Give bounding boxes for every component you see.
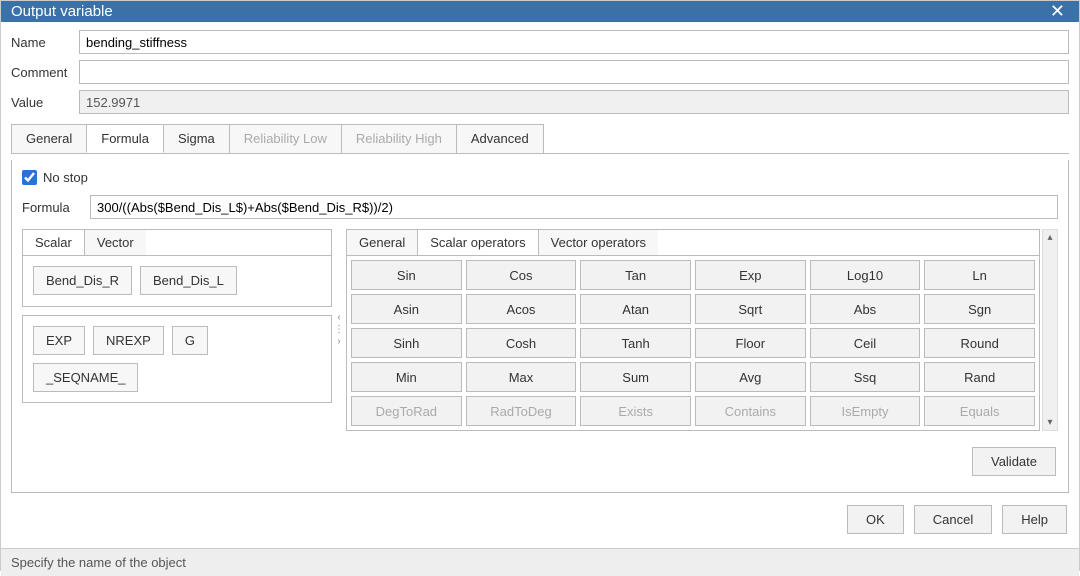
comment-row: Comment <box>11 60 1069 84</box>
op-button-max[interactable]: Max <box>466 362 577 392</box>
content: Name Comment Value General Formula Sigma… <box>1 22 1079 548</box>
dialog: Output variable ✕ Name Comment Value Gen… <box>0 0 1080 571</box>
comment-label: Comment <box>11 65 71 80</box>
name-label: Name <box>11 35 71 50</box>
value-row: Value <box>11 90 1069 114</box>
name-input[interactable] <box>79 30 1069 54</box>
op-button-floor[interactable]: Floor <box>695 328 806 358</box>
ops-tabs: General Scalar operators Vector operator… <box>346 229 1040 256</box>
op-button-cos[interactable]: Cos <box>466 260 577 290</box>
var-chip[interactable]: Bend_Dis_L <box>140 266 237 295</box>
comment-input[interactable] <box>79 60 1069 84</box>
var-box-bottom: EXP NREXP G _SEQNAME_ <box>22 315 332 403</box>
op-button-radtodeg[interactable]: RadToDeg <box>466 396 577 426</box>
panels: Scalar Vector Bend_Dis_R Bend_Dis_L EXP … <box>22 229 1058 431</box>
dialog-title: Output variable <box>11 3 113 20</box>
validate-button[interactable]: Validate <box>972 447 1056 476</box>
status-bar: Specify the name of the object <box>1 548 1079 576</box>
main-tabs: General Formula Sigma Reliability Low Re… <box>11 124 1069 154</box>
op-button-asin[interactable]: Asin <box>351 294 462 324</box>
op-button-avg[interactable]: Avg <box>695 362 806 392</box>
no-stop-label: No stop <box>43 170 88 185</box>
var-tabs: Scalar Vector <box>23 230 331 256</box>
var-chip[interactable]: _SEQNAME_ <box>33 363 138 392</box>
var-box-top: Bend_Dis_R Bend_Dis_L <box>23 256 331 306</box>
titlebar: Output variable ✕ <box>1 1 1079 22</box>
scroll-down-icon[interactable]: ▾ <box>1045 415 1054 430</box>
op-button-cosh[interactable]: Cosh <box>466 328 577 358</box>
formula-input[interactable] <box>90 195 1058 219</box>
op-button-round[interactable]: Round <box>924 328 1035 358</box>
op-button-sqrt[interactable]: Sqrt <box>695 294 806 324</box>
tab-advanced[interactable]: Advanced <box>456 124 544 153</box>
value-input <box>79 90 1069 114</box>
value-label: Value <box>11 95 71 110</box>
op-button-degtorad[interactable]: DegToRad <box>351 396 462 426</box>
op-button-exists[interactable]: Exists <box>580 396 691 426</box>
op-button-ln[interactable]: Ln <box>924 260 1035 290</box>
ops-grid: SinCosTanExpLog10Ln AsinAcosAtanSqrtAbsSg… <box>346 256 1040 431</box>
scroll-up-icon[interactable]: ▴ <box>1045 230 1054 245</box>
help-button[interactable]: Help <box>1002 505 1067 534</box>
scrollbar[interactable]: ▴ ▾ <box>1042 229 1058 431</box>
cancel-button[interactable]: Cancel <box>914 505 992 534</box>
op-button-equals[interactable]: Equals <box>924 396 1035 426</box>
ops-tab-general[interactable]: General <box>347 230 418 255</box>
op-button-atan[interactable]: Atan <box>580 294 691 324</box>
splitter[interactable]: ‹ ⋮ › <box>334 229 344 431</box>
tab-reliability-high: Reliability High <box>341 124 457 153</box>
op-button-sgn[interactable]: Sgn <box>924 294 1035 324</box>
op-button-abs[interactable]: Abs <box>810 294 921 324</box>
tab-reliability-low: Reliability Low <box>229 124 342 153</box>
op-button-tan[interactable]: Tan <box>580 260 691 290</box>
op-button-isempty[interactable]: IsEmpty <box>810 396 921 426</box>
validate-row: Validate <box>22 441 1058 482</box>
ops-wrap: General Scalar operators Vector operator… <box>346 229 1040 431</box>
op-button-tanh[interactable]: Tanh <box>580 328 691 358</box>
tab-formula[interactable]: Formula <box>86 124 164 153</box>
var-chip[interactable]: NREXP <box>93 326 164 355</box>
no-stop-row: No stop <box>22 170 1058 185</box>
operators-panel: General Scalar operators Vector operator… <box>346 229 1058 431</box>
formula-label: Formula <box>22 200 82 215</box>
tab-sigma[interactable]: Sigma <box>163 124 230 153</box>
op-button-acos[interactable]: Acos <box>466 294 577 324</box>
op-button-rand[interactable]: Rand <box>924 362 1035 392</box>
tab-general[interactable]: General <box>11 124 87 153</box>
op-button-ssq[interactable]: Ssq <box>810 362 921 392</box>
close-icon[interactable]: ✕ <box>1046 1 1069 22</box>
dialog-buttons: OK Cancel Help <box>11 499 1069 540</box>
var-tab-vector[interactable]: Vector <box>85 230 146 255</box>
name-row: Name <box>11 30 1069 54</box>
ops-tab-scalar[interactable]: Scalar operators <box>418 230 538 255</box>
chevron-right-icon[interactable]: › <box>337 337 340 347</box>
dots-icon: ⋮ <box>334 325 344 335</box>
op-button-ceil[interactable]: Ceil <box>810 328 921 358</box>
chevron-left-icon[interactable]: ‹ <box>337 313 340 323</box>
var-chip[interactable]: EXP <box>33 326 85 355</box>
op-button-contains[interactable]: Contains <box>695 396 806 426</box>
op-button-sum[interactable]: Sum <box>580 362 691 392</box>
op-button-sin[interactable]: Sin <box>351 260 462 290</box>
formula-tab-body: No stop Formula Scalar Vector Bend_Dis_R <box>11 160 1069 493</box>
var-tab-scalar[interactable]: Scalar <box>23 230 85 255</box>
var-chip[interactable]: Bend_Dis_R <box>33 266 132 295</box>
op-button-exp[interactable]: Exp <box>695 260 806 290</box>
op-button-min[interactable]: Min <box>351 362 462 392</box>
formula-row: Formula <box>22 195 1058 219</box>
var-chip[interactable]: G <box>172 326 208 355</box>
variables-panel: Scalar Vector Bend_Dis_R Bend_Dis_L EXP … <box>22 229 332 431</box>
op-button-log10[interactable]: Log10 <box>810 260 921 290</box>
no-stop-checkbox[interactable] <box>22 170 37 185</box>
ops-tab-vector[interactable]: Vector operators <box>539 230 658 255</box>
ok-button[interactable]: OK <box>847 505 904 534</box>
op-button-sinh[interactable]: Sinh <box>351 328 462 358</box>
